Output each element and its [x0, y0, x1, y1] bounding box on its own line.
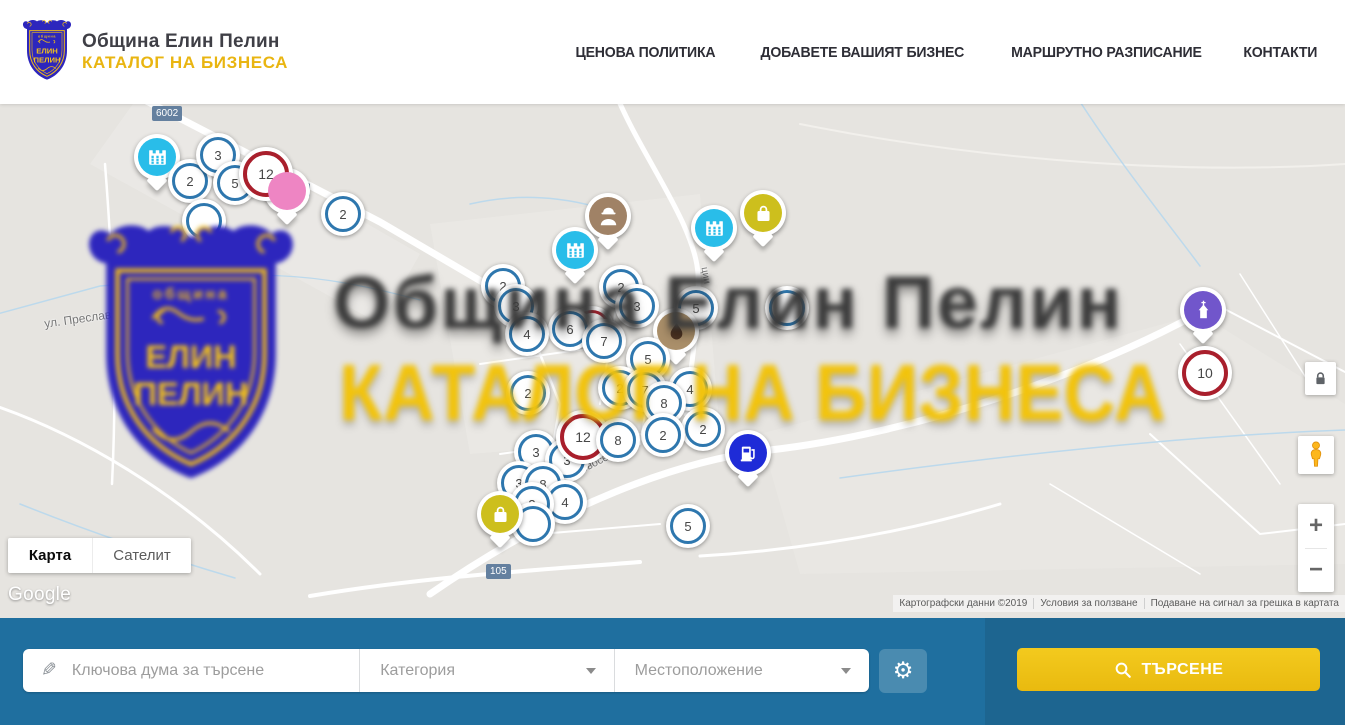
attribution-copyright: Картографски данни ©2019	[893, 598, 1033, 609]
category-select-label: Категория	[380, 662, 585, 680]
nav-bus-schedule[interactable]: МАРШРУТНО РАЗПИСАНИЕ	[1011, 44, 1202, 61]
chevron-down-icon	[841, 668, 851, 674]
worker-icon	[589, 197, 627, 235]
factory-pin-marker[interactable]	[691, 205, 737, 251]
cluster-marker[interactable]: 2	[681, 407, 725, 451]
cluster-marker[interactable]: 2	[321, 192, 365, 236]
cluster-count: 8	[660, 396, 667, 411]
keyword-field[interactable]: ✎	[23, 649, 359, 692]
cluster-count: 4	[686, 382, 693, 397]
cluster-count: 2	[699, 422, 706, 437]
cluster-count: 3	[532, 445, 539, 460]
cluster-count: 6	[566, 322, 573, 337]
fuel-pin-marker[interactable]	[725, 430, 771, 476]
markers-layer: 2351222323564752274822331283843510	[0, 104, 1345, 618]
location-select-label: Местоположение	[635, 662, 841, 680]
cluster-count: 3	[512, 299, 519, 314]
worker-pin-marker[interactable]	[585, 193, 631, 239]
map-type-satellite-button[interactable]: Сателит	[92, 538, 191, 573]
map-type-control: Карта Сателит	[8, 538, 191, 573]
factory-pin-marker[interactable]	[552, 227, 598, 273]
cluster-count: 12	[575, 429, 591, 445]
search-submit-button[interactable]: ТЪРСЕНЕ	[1017, 648, 1320, 691]
fuel-icon	[729, 434, 767, 472]
cluster-count: 7	[600, 334, 607, 349]
pencil-icon: ✎	[41, 659, 57, 682]
search-icon	[1114, 661, 1132, 679]
cluster-marker[interactable]	[765, 286, 809, 330]
category-select[interactable]: Категория	[359, 649, 613, 692]
zoom-control: + −	[1298, 504, 1334, 592]
cluster-marker[interactable]: 4	[505, 312, 549, 356]
factory-icon	[556, 231, 594, 269]
advanced-settings-button[interactable]: ⚙	[879, 649, 927, 693]
search-bar: ✎ Категория Местоположение ⚙ ТЪРСЕНЕ	[0, 618, 1345, 725]
site-subtitle: КАТАЛОГ НА БИЗНЕСА	[82, 53, 288, 73]
pegman-icon	[1306, 440, 1326, 470]
factory-icon	[695, 209, 733, 247]
fullscreen-lock-button[interactable]	[1305, 362, 1336, 395]
blank-icon	[268, 172, 306, 210]
cluster-marker[interactable]: 2	[641, 413, 685, 457]
cluster-count: 5	[231, 176, 238, 191]
bag-icon	[744, 194, 782, 232]
bag-pin-marker[interactable]	[477, 491, 523, 537]
bag-pin-marker[interactable]	[740, 190, 786, 236]
cluster-marker[interactable]: 7	[582, 319, 626, 363]
site-title: Община Елин Пелин	[82, 31, 288, 53]
nav-pricing[interactable]: ЦЕНОВА ПОЛИТИКА	[576, 44, 716, 61]
brand[interactable]: община ЕЛИН ПЕЛИН Община Елин Пелин КАТА…	[22, 17, 288, 87]
cluster-count: 3	[214, 148, 221, 163]
cluster-count: 2	[524, 386, 531, 401]
search-submit-label: ТЪРСЕНЕ	[1142, 661, 1224, 679]
cluster-count: 3	[633, 299, 640, 314]
cluster-count: 5	[684, 519, 691, 534]
map-type-map-button[interactable]: Карта	[8, 538, 92, 573]
google-logo[interactable]: Google	[8, 584, 71, 606]
zoom-in-button[interactable]: +	[1298, 504, 1334, 548]
nav-add-business[interactable]: ДОБАВЕТЕ ВАШИЯТ БИЗНЕС	[760, 44, 964, 61]
main-nav: ЦЕНОВА ПОЛИТИКА ДОБАВЕТЕ ВАШИЯТ БИЗНЕС М…	[571, 0, 1320, 104]
attribution-report-link[interactable]: Подаване на сигнал за грешка в картата	[1144, 598, 1345, 609]
cluster-count: 2	[339, 207, 346, 222]
search-fields-group: ✎ Категория Местоположение	[23, 649, 869, 692]
lock-icon	[1311, 369, 1330, 389]
droplet-icon	[657, 312, 695, 350]
gear-icon: ⚙	[893, 658, 914, 684]
factory-icon	[138, 138, 176, 176]
map-attribution: Картографски данни ©2019 Условия за полз…	[893, 595, 1345, 612]
church-pin-marker[interactable]	[1180, 287, 1226, 333]
nav-contacts[interactable]: КОНТАКТИ	[1244, 44, 1318, 61]
svg-text:ПЕЛИН: ПЕЛИН	[33, 55, 60, 64]
svg-text:община: община	[38, 34, 56, 38]
church-icon	[1184, 291, 1222, 329]
cluster-count: 2	[186, 174, 193, 189]
cluster-count: 10	[1197, 365, 1213, 381]
map-canvas[interactable]: ул. Преславбул. „Новоселции6002105 23512…	[0, 104, 1345, 618]
svg-text:ЕЛИН: ЕЛИН	[36, 47, 58, 56]
chevron-down-icon	[586, 668, 596, 674]
zoom-out-button[interactable]: −	[1298, 549, 1334, 593]
municipality-crest-logo: община ЕЛИН ПЕЛИН	[22, 17, 72, 87]
street-view-pegman-button[interactable]	[1298, 436, 1334, 474]
cluster-count: 4	[561, 495, 568, 510]
cluster-marker[interactable]: 10	[1178, 346, 1232, 400]
cluster-marker[interactable]	[182, 199, 226, 243]
bag-icon	[481, 495, 519, 533]
attribution-terms-link[interactable]: Условия за ползване	[1033, 598, 1143, 609]
keyword-input[interactable]	[70, 661, 359, 681]
cluster-count: 4	[523, 327, 530, 342]
cluster-count: 5	[692, 301, 699, 316]
cluster-marker[interactable]: 8	[596, 418, 640, 462]
location-select[interactable]: Местоположение	[614, 649, 869, 692]
cluster-count: 5	[644, 352, 651, 367]
header: община ЕЛИН ПЕЛИН Община Елин Пелин КАТА…	[0, 0, 1345, 104]
cluster-marker[interactable]: 2	[506, 371, 550, 415]
cluster-marker[interactable]: 3	[615, 284, 659, 328]
cluster-marker[interactable]: 5	[666, 504, 710, 548]
cluster-count: 2	[659, 428, 666, 443]
cluster-count: 8	[614, 433, 621, 448]
